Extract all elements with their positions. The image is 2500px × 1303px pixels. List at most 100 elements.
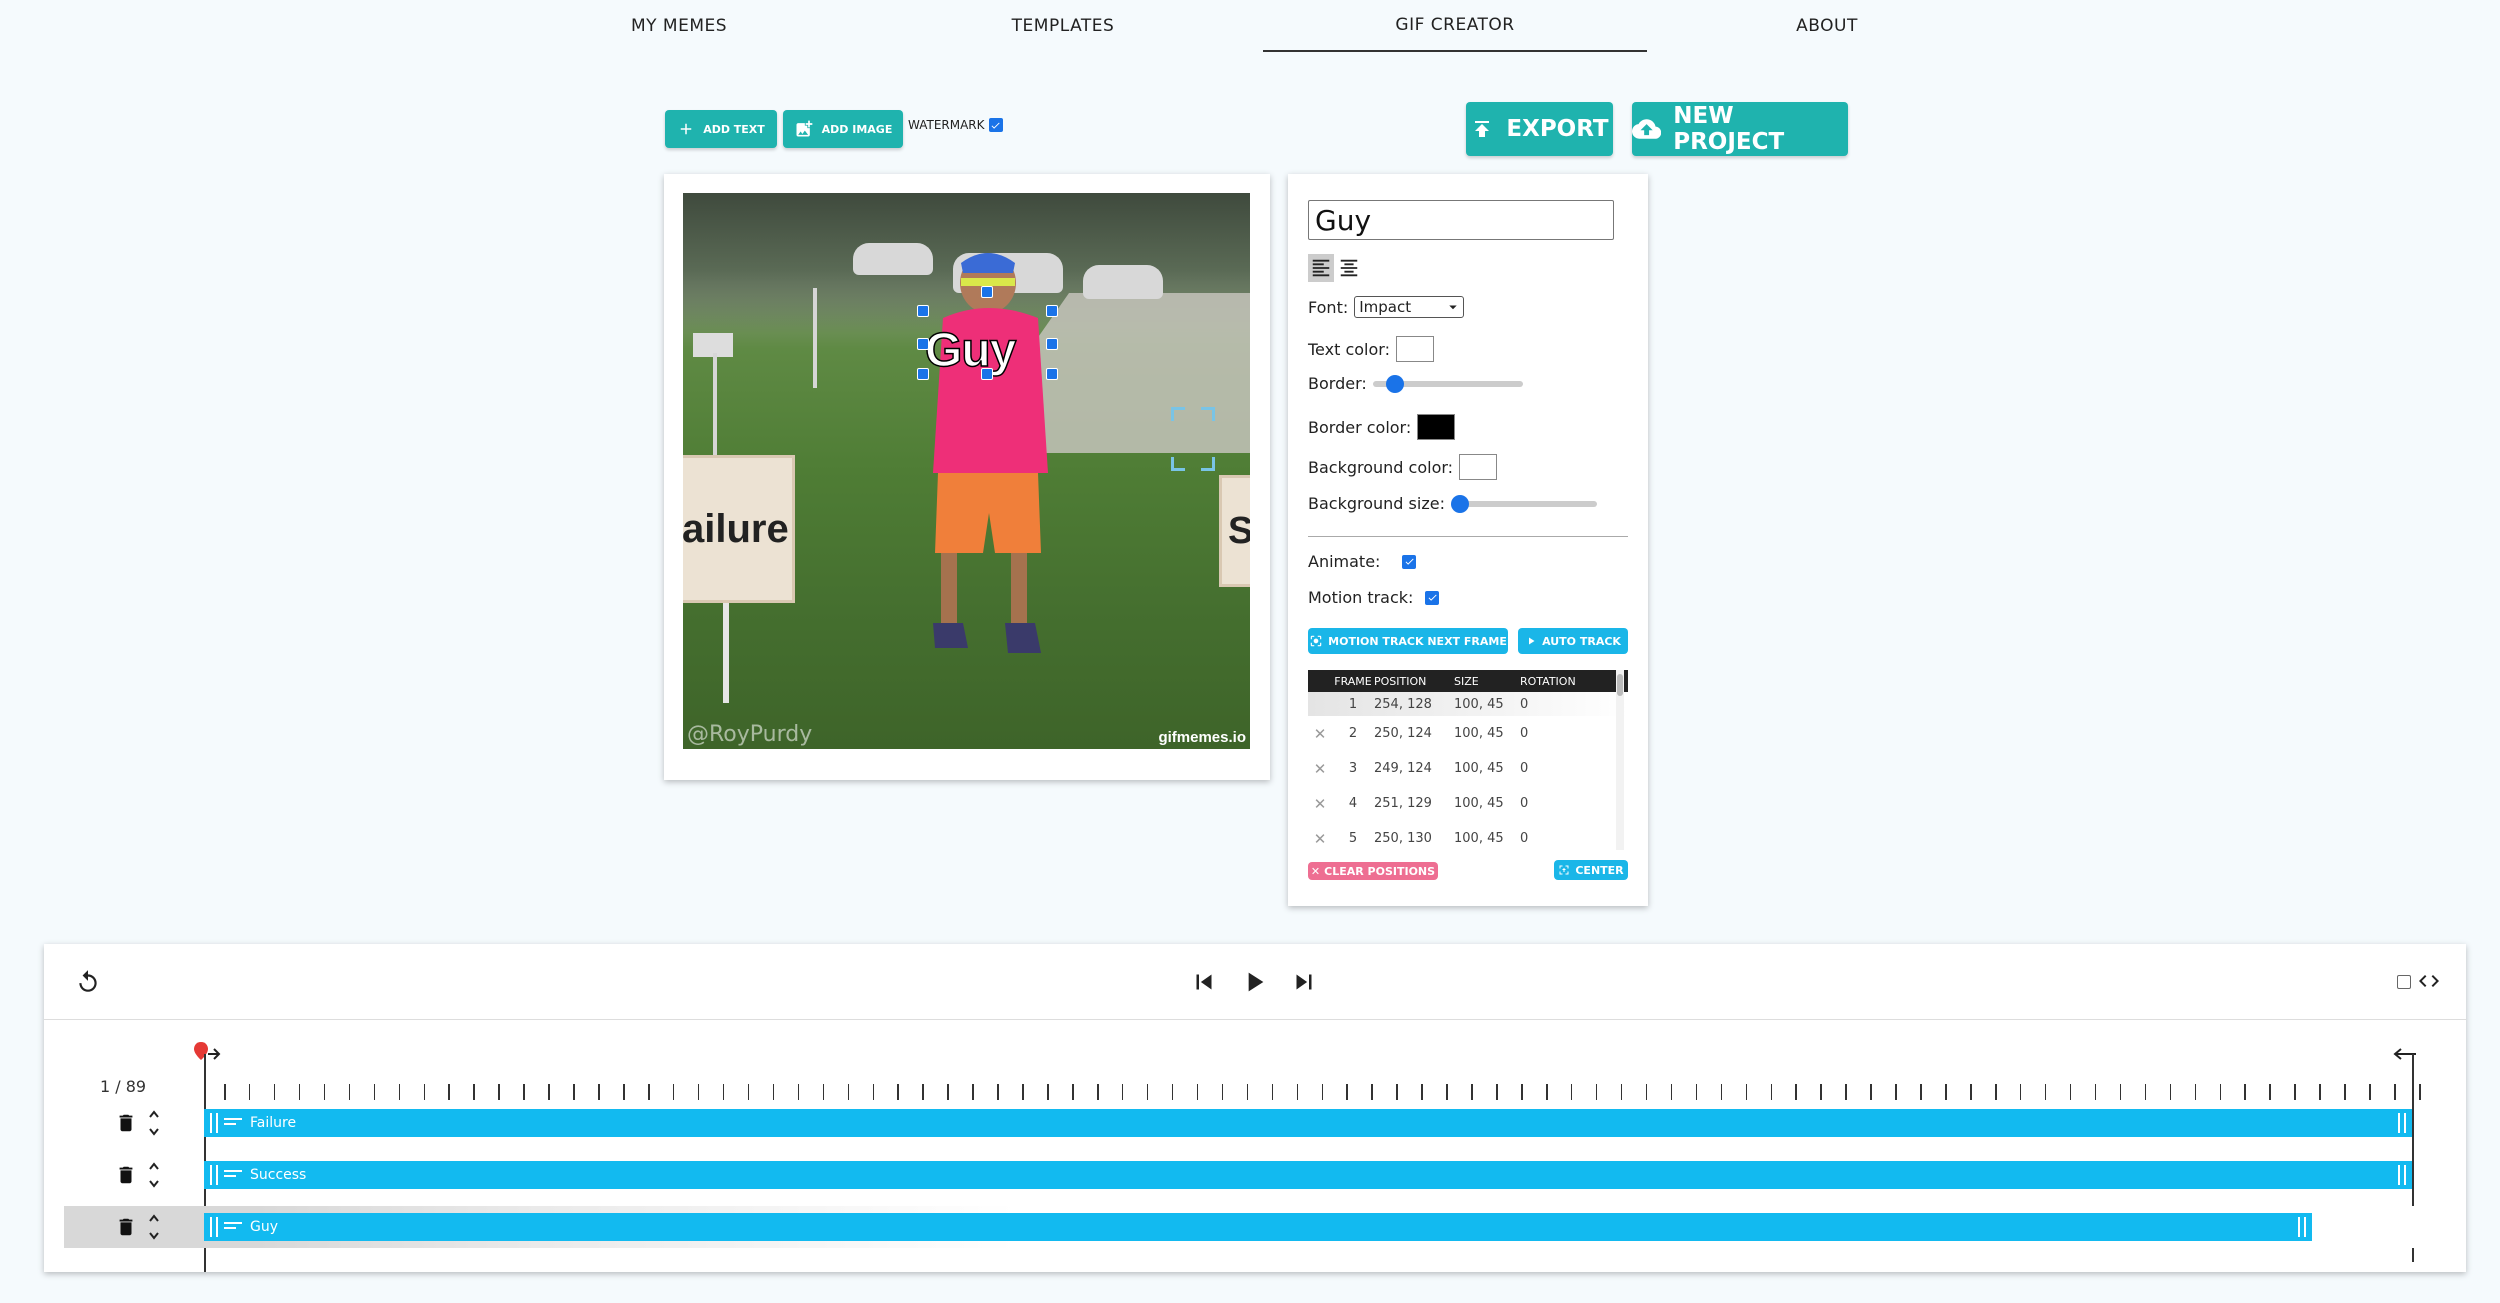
- ruler-tick: [2119, 1084, 2122, 1100]
- upload-icon: [1475, 121, 1490, 137]
- align-left-icon: [1312, 259, 1330, 277]
- motion-track-checkbox[interactable]: [1425, 590, 1440, 605]
- delete-icon[interactable]: [114, 1110, 138, 1136]
- text-lines-icon: [224, 1170, 242, 1177]
- table-scrollbar-thumb[interactable]: [1617, 674, 1623, 696]
- ruler-tick: [2344, 1084, 2346, 1100]
- ruler-tick: [2269, 1084, 2271, 1100]
- resize-handle[interactable]: [917, 305, 929, 317]
- new-project-button[interactable]: NEW PROJECT: [1632, 102, 1848, 156]
- border-slider-knob[interactable]: [1385, 374, 1404, 393]
- reorder-arrows-icon[interactable]: [144, 1106, 164, 1140]
- ruler-tick: [672, 1084, 675, 1100]
- playhead-marker[interactable]: [194, 1042, 224, 1068]
- table-row[interactable]: ✕ 2 250, 124 100, 45 0: [1308, 716, 1628, 751]
- rotate-handle[interactable]: [981, 286, 993, 298]
- gif-preview[interactable]: ailure S Guy @RoyPurdy gifmemes.io: [683, 193, 1250, 749]
- table-row[interactable]: ✕ 5 250, 130 100, 45 0: [1308, 821, 1628, 850]
- bar-start-grip[interactable]: [210, 1113, 218, 1133]
- resize-handle[interactable]: [917, 368, 929, 380]
- align-center-button[interactable]: [1336, 254, 1362, 282]
- meme-text-guy[interactable]: Guy: [924, 323, 1017, 378]
- ruler-tick: [273, 1084, 276, 1100]
- resize-handle[interactable]: [1046, 338, 1058, 350]
- background-size-row: Background size:: [1308, 494, 1597, 513]
- reorder-arrows-icon[interactable]: [144, 1158, 164, 1192]
- delete-row-icon[interactable]: ✕: [1308, 725, 1332, 743]
- ruler-tick: [2244, 1084, 2246, 1100]
- tab-my-memes[interactable]: MY MEMES: [564, 0, 794, 52]
- tab-gif-creator[interactable]: GIF CREATOR: [1263, 0, 1647, 52]
- ruler-tick: [772, 1084, 775, 1100]
- track-bar-success[interactable]: Success: [204, 1161, 2412, 1189]
- background-size-slider-knob[interactable]: [1450, 494, 1469, 513]
- ruler-tick: [1945, 1084, 1947, 1100]
- text-content-input[interactable]: Guy: [1308, 200, 1614, 240]
- code-icon[interactable]: [2416, 968, 2442, 994]
- resize-handle[interactable]: [1046, 368, 1058, 380]
- text-lines-icon: [224, 1118, 242, 1125]
- ruler-tick: [648, 1084, 650, 1100]
- reset-icon[interactable]: [74, 968, 102, 996]
- resize-handle[interactable]: [981, 368, 993, 380]
- reorder-arrows-icon[interactable]: [144, 1210, 164, 1244]
- resize-handle[interactable]: [917, 338, 929, 350]
- text-color-swatch[interactable]: [1395, 336, 1434, 362]
- delete-row-icon[interactable]: ✕: [1308, 830, 1332, 848]
- table-row[interactable]: ✕ 4 251, 129 100, 45 0: [1308, 786, 1628, 821]
- clear-positions-button[interactable]: ✕ CLEAR POSITIONS: [1308, 862, 1438, 880]
- delete-row-icon[interactable]: ✕: [1308, 760, 1332, 778]
- delete-icon[interactable]: [114, 1214, 138, 1240]
- timeline-ruler[interactable]: [204, 1084, 2454, 1104]
- skip-next-icon[interactable]: [1288, 966, 1320, 998]
- ruler-tick: [1670, 1084, 1673, 1100]
- delete-row-icon[interactable]: ✕: [1308, 795, 1332, 813]
- sign-success: S: [1219, 475, 1250, 587]
- add-text-button[interactable]: ADD TEXT: [665, 110, 777, 148]
- bar-end-grip[interactable]: [2398, 1113, 2406, 1133]
- bar-end-grip[interactable]: [2398, 1165, 2406, 1185]
- ruler-tick: [722, 1084, 725, 1100]
- skip-previous-icon[interactable]: [1188, 966, 1220, 998]
- end-marker-arrow-icon[interactable]: [2390, 1042, 2420, 1068]
- bar-start-grip[interactable]: [210, 1165, 218, 1185]
- ruler-tick: [1446, 1084, 1448, 1100]
- center-button[interactable]: CENTER: [1554, 860, 1628, 880]
- bar-start-grip[interactable]: [210, 1217, 218, 1237]
- table-row[interactable]: ✕ 3 249, 124 100, 45 0: [1308, 751, 1628, 786]
- motion-track-next-frame-button[interactable]: MOTION TRACK NEXT FRAME: [1308, 628, 1508, 654]
- auto-track-button[interactable]: AUTO TRACK: [1518, 628, 1628, 654]
- border-slider[interactable]: [1372, 374, 1523, 393]
- background-color-swatch[interactable]: [1459, 454, 1498, 480]
- ruler-tick: [1421, 1084, 1423, 1100]
- ruler-tick: [1845, 1084, 1847, 1100]
- track-bar-guy[interactable]: Guy: [204, 1213, 2312, 1241]
- tab-templates[interactable]: TEMPLATES: [948, 0, 1178, 52]
- loop-checkbox[interactable]: [2396, 974, 2412, 990]
- border-color-swatch[interactable]: [1417, 414, 1456, 440]
- sign-failure: ailure: [683, 455, 795, 603]
- watermark-toggle[interactable]: WATERMARK: [908, 118, 1003, 132]
- animate-checkbox[interactable]: [1402, 554, 1417, 569]
- watermark-checkbox[interactable]: [988, 118, 1003, 132]
- tab-about[interactable]: ABOUT: [1712, 0, 1942, 52]
- ruler-tick: [2419, 1084, 2421, 1100]
- background-size-slider[interactable]: [1450, 494, 1597, 513]
- table-scrollbar[interactable]: [1616, 670, 1624, 850]
- export-button[interactable]: EXPORT: [1466, 102, 1613, 156]
- ruler-tick: [1920, 1084, 1922, 1100]
- ruler-tick: [1895, 1084, 1897, 1100]
- delete-icon[interactable]: [114, 1162, 138, 1188]
- align-left-button[interactable]: [1308, 254, 1334, 282]
- resize-handle[interactable]: [1046, 305, 1058, 317]
- target-icon: [1310, 635, 1322, 647]
- track-bar-failure[interactable]: Failure: [204, 1109, 2412, 1137]
- ruler-tick: [1296, 1084, 1299, 1100]
- font-select[interactable]: Impact: [1354, 296, 1465, 318]
- play-icon[interactable]: [1238, 966, 1270, 998]
- ruler-tick: [1645, 1084, 1648, 1100]
- table-row[interactable]: 1 254, 128 100, 45 0: [1308, 692, 1628, 716]
- bar-end-grip[interactable]: [2298, 1217, 2306, 1237]
- add-image-button[interactable]: ADD IMAGE: [783, 110, 903, 148]
- ruler-tick: [2019, 1084, 2022, 1100]
